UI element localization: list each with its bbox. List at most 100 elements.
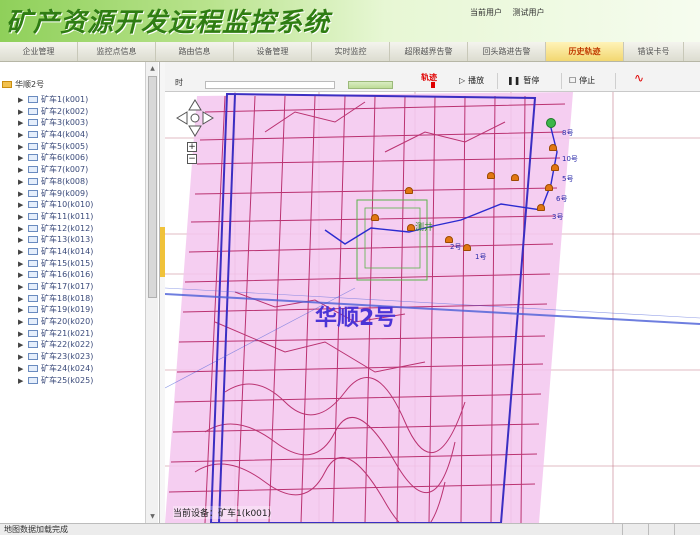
tree-item-vehicle[interactable]: ▶ 矿车23(k023)	[18, 351, 93, 363]
tree-item-vehicle[interactable]: ▶ 矿车8(k008)	[18, 176, 93, 188]
toolbar-divider	[497, 73, 498, 89]
tab-return-alarm[interactable]: 回头路进告警	[468, 42, 546, 61]
tree-item-label: 矿车7(k007)	[41, 165, 89, 175]
tab-routes[interactable]: 路由信息	[156, 42, 234, 61]
tab-devices[interactable]: 设备管理	[234, 42, 312, 61]
vehicle-icon	[28, 224, 38, 232]
pan-control[interactable]	[175, 98, 215, 138]
vehicle-icon	[28, 166, 38, 174]
tree-item-vehicle[interactable]: ▶ 矿车24(k024)	[18, 363, 93, 375]
map-canvas[interactable]	[165, 92, 700, 523]
vehicle-icon	[28, 294, 38, 302]
tree-item-vehicle[interactable]: ▶ 矿车25(k025)	[18, 375, 93, 387]
vehicle-icon	[28, 107, 38, 115]
expand-arrow-icon[interactable]: ▶	[18, 212, 28, 224]
expand-arrow-icon[interactable]: ▶	[18, 364, 28, 376]
current-device-label: 当前设备：矿车1(k001)	[173, 506, 272, 519]
tree-item-vehicle[interactable]: ▶ 矿车10(k010)	[18, 199, 93, 211]
expand-arrow-icon[interactable]: ▶	[18, 177, 28, 189]
toolbar-divider	[615, 73, 616, 89]
expand-arrow-icon[interactable]: ▶	[18, 247, 28, 259]
vehicle-icon	[28, 306, 38, 314]
tree-item-label: 矿车10(k010)	[41, 200, 94, 210]
poi-marker[interactable]	[537, 204, 545, 211]
line-chart-icon[interactable]: ∿	[634, 71, 644, 85]
poi-label: 测井	[415, 223, 434, 233]
tab-overlimit-alarm[interactable]: 超限越界告警	[390, 42, 468, 61]
expand-arrow-icon[interactable]: ▶	[18, 376, 28, 388]
vehicle-icon	[28, 353, 38, 361]
tree-item-vehicle[interactable]: ▶ 矿车2(k002)	[18, 106, 93, 118]
tree-item-vehicle[interactable]: ▶ 矿车3(k003)	[18, 117, 93, 129]
tree-item-vehicle[interactable]: ▶ 矿车19(k019)	[18, 304, 93, 316]
app-title: 矿产资源开发远程监控系统	[6, 8, 331, 38]
scroll-down-icon[interactable]: ▼	[147, 511, 158, 522]
tree-item-vehicle[interactable]: ▶ 矿车17(k017)	[18, 281, 93, 293]
vehicle-icon	[28, 318, 38, 326]
vehicle-icon	[28, 329, 38, 337]
time-picker-button[interactable]	[348, 81, 393, 89]
tab-error-card[interactable]: 错误卡号	[624, 42, 684, 61]
vehicle-icon	[28, 131, 38, 139]
tree-root[interactable]: 华顺2号	[2, 79, 44, 90]
tree-item-vehicle[interactable]: ▶ 矿车9(k009)	[18, 188, 93, 200]
tree-item-label: 矿车2(k002)	[41, 106, 89, 116]
tree-item-vehicle[interactable]: ▶ 矿车1(k001)	[18, 94, 93, 106]
poi-marker[interactable]	[463, 244, 471, 251]
tree-item-vehicle[interactable]: ▶ 矿车6(k006)	[18, 152, 93, 164]
tree-item-label: 矿车16(k016)	[41, 270, 94, 280]
toolbar-divider	[561, 73, 562, 89]
tree-item-vehicle[interactable]: ▶ 矿车7(k007)	[18, 164, 93, 176]
status-bar: 地图数据加载完成	[0, 523, 700, 535]
poi-marker[interactable]	[545, 184, 553, 191]
tree-item-vehicle[interactable]: ▶ 矿车15(k015)	[18, 258, 93, 270]
vehicle-icon	[28, 259, 38, 267]
time-input[interactable]	[205, 81, 335, 89]
poi-marker[interactable]	[487, 172, 495, 179]
map-view[interactable]: + − 8号 10号 5号 6号 3号 测井 2号 1号 华顺2号 当前设备：矿…	[165, 92, 700, 523]
track-marker-icon	[431, 82, 435, 88]
tab-monitor-points[interactable]: 监控点信息	[78, 42, 156, 61]
vehicle-icon	[28, 271, 38, 279]
tree-item-vehicle[interactable]: ▶ 矿车14(k014)	[18, 246, 93, 258]
expand-arrow-icon[interactable]: ▶	[18, 95, 28, 107]
expand-arrow-icon[interactable]: ▶	[18, 282, 28, 294]
poi-marker[interactable]	[407, 224, 415, 231]
tree-item-vehicle[interactable]: ▶ 矿车5(k005)	[18, 141, 93, 153]
tab-history-track[interactable]: 历史轨迹	[546, 42, 624, 61]
poi-marker[interactable]	[371, 214, 379, 221]
tree-item-vehicle[interactable]: ▶ 矿车16(k016)	[18, 269, 93, 281]
poi-marker[interactable]	[405, 187, 413, 194]
play-label: 播放	[468, 76, 485, 85]
start-marker-icon[interactable]	[546, 118, 556, 128]
scroll-up-icon[interactable]: ▲	[147, 63, 158, 74]
play-button[interactable]: ▷ 播放	[459, 75, 484, 86]
poi-label: 3号	[552, 213, 564, 221]
pause-button[interactable]: ❚❚ 暂停	[507, 75, 539, 86]
tree-item-label: 矿车20(k020)	[41, 317, 94, 327]
tab-realtime[interactable]: 实时监控	[312, 42, 390, 61]
zoom-out-button[interactable]: −	[187, 154, 197, 164]
play-icon: ▷	[459, 76, 466, 85]
tree-item-label: 矿车15(k015)	[41, 258, 94, 268]
tree-item-vehicle[interactable]: ▶ 矿车4(k004)	[18, 129, 93, 141]
zoom-in-button[interactable]: +	[187, 142, 197, 152]
sidebar-scrollbar[interactable]: ▲ ▼	[145, 62, 158, 523]
tree-item-vehicle[interactable]: ▶ 矿车22(k022)	[18, 339, 93, 351]
tree-item-vehicle[interactable]: ▶ 矿车13(k013)	[18, 234, 93, 246]
poi-marker[interactable]	[551, 164, 559, 171]
tree-item-vehicle[interactable]: ▶ 矿车20(k020)	[18, 316, 93, 328]
tree-item-vehicle[interactable]: ▶ 矿车11(k011)	[18, 211, 93, 223]
vehicle-icon	[28, 212, 38, 220]
tree-item-vehicle[interactable]: ▶ 矿车12(k012)	[18, 223, 93, 235]
stop-button[interactable]: ☐ 停止	[569, 75, 595, 86]
scroll-thumb[interactable]	[148, 76, 157, 298]
tree-item-vehicle[interactable]: ▶ 矿车18(k018)	[18, 293, 93, 305]
poi-marker[interactable]	[549, 144, 557, 151]
tree-item-vehicle[interactable]: ▶ 矿车21(k021)	[18, 328, 93, 340]
tree-item-label: 矿车13(k013)	[41, 235, 94, 245]
poi-marker[interactable]	[511, 174, 519, 181]
vehicle-list: ▶ 矿车1(k001) ▶ 矿车2(k002) ▶ 矿车3(k003) ▶ 矿车4(k004)…	[18, 94, 93, 386]
app-header: 矿产资源开发远程监控系统 当前用户 测试用户	[0, 0, 700, 42]
tab-enterprise[interactable]: 企业管理	[0, 42, 78, 61]
